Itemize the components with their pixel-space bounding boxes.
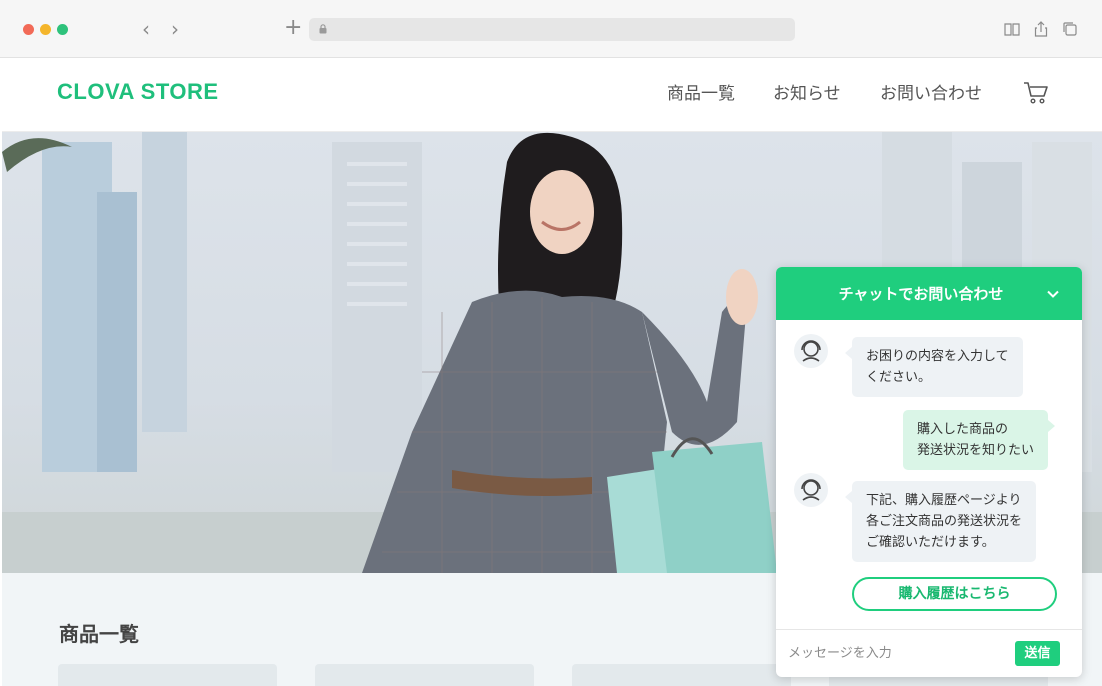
products-heading: 商品一覧	[59, 622, 139, 646]
chat-message-bot: お困りの内容を入力して ください。	[845, 337, 1023, 397]
back-button[interactable]: ‹	[142, 16, 150, 42]
tabs-icon[interactable]	[1061, 20, 1079, 38]
forward-button[interactable]: ›	[171, 16, 179, 42]
chat-widget: チャットでお問い合わせ お困りの内容を入力して ください。 購入した商品の 発送…	[776, 267, 1082, 677]
chat-input-row: 送信	[776, 629, 1082, 677]
reader-icon[interactable]	[1003, 20, 1021, 38]
chat-title: チャットでお問い合わせ	[838, 285, 1004, 303]
site-logo[interactable]: CLOVA STORE	[57, 78, 219, 106]
product-card[interactable]	[58, 664, 277, 686]
support-agent-avatar	[794, 334, 828, 368]
window-close-button[interactable]	[23, 24, 34, 35]
support-agent-avatar	[794, 473, 828, 507]
chat-header[interactable]: チャットでお問い合わせ	[776, 267, 1082, 320]
nav-products-link[interactable]: 商品一覧	[667, 82, 735, 106]
chat-message-bot: 下記、購入履歴ページより 各ご注文商品の発送状況を ご確認いただけます。	[844, 481, 1037, 562]
product-card[interactable]	[572, 664, 791, 686]
browser-toolbar: ‹ › +	[0, 0, 1102, 58]
window-zoom-button[interactable]	[57, 24, 68, 35]
lock-icon	[319, 24, 327, 34]
send-button[interactable]: 送信	[1015, 641, 1060, 666]
product-card[interactable]	[315, 664, 534, 686]
new-tab-button[interactable]: +	[284, 15, 302, 41]
chat-message-user: 購入した商品の 発送状況を知りたい	[903, 410, 1056, 470]
address-bar[interactable]	[309, 18, 795, 41]
share-icon[interactable]	[1032, 20, 1050, 38]
purchase-history-button[interactable]: 購入履歴はこちら	[852, 577, 1057, 611]
chevron-down-icon[interactable]	[1046, 287, 1060, 301]
message-input[interactable]	[788, 640, 1008, 666]
nav-contact-link[interactable]: お問い合わせ	[880, 82, 982, 106]
window-minimize-button[interactable]	[40, 24, 51, 35]
site-header: CLOVA STORE 商品一覧 お知らせ お問い合わせ	[2, 58, 1102, 132]
nav-news-link[interactable]: お知らせ	[773, 82, 841, 106]
cart-icon[interactable]	[1022, 80, 1050, 106]
